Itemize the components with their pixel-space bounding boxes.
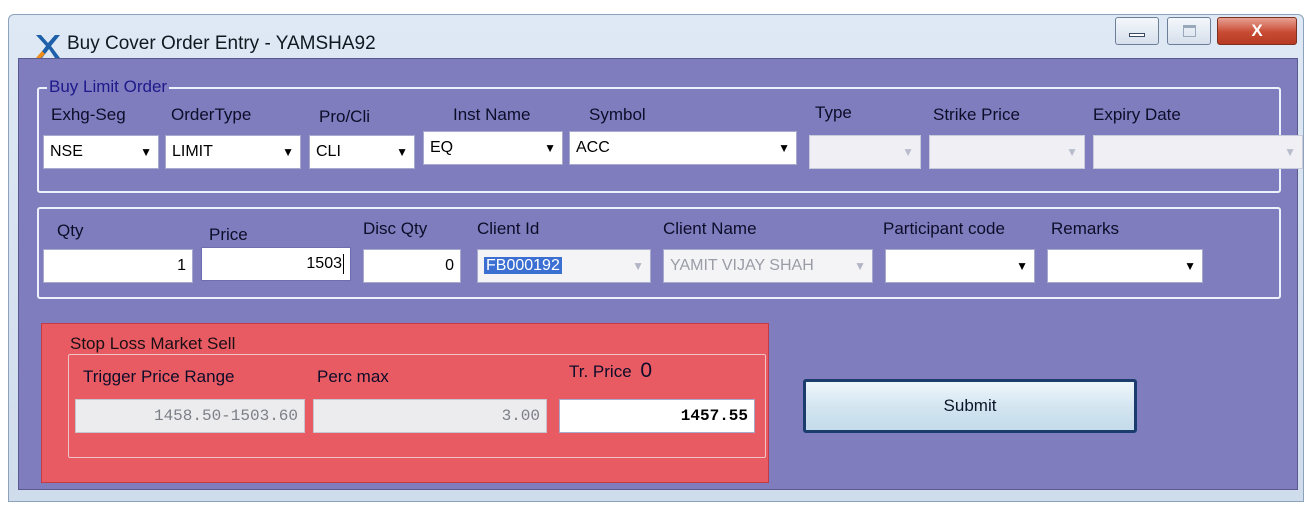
tr-price-label-text: Tr. Price <box>569 362 632 381</box>
chevron-down-icon: ▼ <box>632 259 644 273</box>
trigger-price-range-input[interactable]: 1458.50-1503.60 <box>75 399 305 433</box>
strike-price-dropdown[interactable]: ▼ <box>929 135 1085 169</box>
tr-price-input[interactable]: 1457.55 <box>559 399 755 433</box>
chevron-down-icon: ▼ <box>778 141 790 155</box>
trigger-price-range-value: 1458.50-1503.60 <box>153 407 298 425</box>
buy-limit-order-group: Buy Limit Order Exhg-Seg OrderType Pro/C… <box>37 77 1303 193</box>
window: Buy Cover Order Entry - YAMSHA92 X Buy L… <box>0 0 1312 507</box>
exhg-seg-dropdown[interactable]: NSE ▼ <box>43 135 159 169</box>
perc-max-value: 3.00 <box>501 407 540 425</box>
remarks-dropdown[interactable]: ▼ <box>1047 249 1203 283</box>
qty-label: Qty <box>57 221 84 240</box>
chevron-down-icon: ▼ <box>1184 259 1196 273</box>
window-title: Buy Cover Order Entry - YAMSHA92 <box>67 33 376 54</box>
chevron-down-icon: ▼ <box>396 145 408 159</box>
disc-qty-label: Disc Qty <box>363 219 428 238</box>
order-type-dropdown[interactable]: LIMIT ▼ <box>165 135 301 169</box>
participant-code-dropdown[interactable]: ▼ <box>885 249 1035 283</box>
submit-button[interactable]: Submit <box>803 379 1137 433</box>
price-value: 1503 <box>306 255 342 272</box>
chevron-down-icon: ▼ <box>1016 259 1028 273</box>
order-type-value: LIMIT <box>172 143 213 160</box>
minimize-button[interactable] <box>1115 17 1159 45</box>
expiry-date-dropdown[interactable]: ▼ <box>1093 135 1303 169</box>
stop-loss-group: Trigger Price Range Perc max Tr. Price 0… <box>68 354 766 458</box>
stop-loss-panel: Stop Loss Market Sell Trigger Price Rang… <box>41 323 769 483</box>
pro-cli-label: Pro/Cli <box>319 107 371 126</box>
chevron-down-icon: ▼ <box>544 141 556 155</box>
participant-code-label: Participant code <box>883 219 1005 238</box>
perc-max-input[interactable]: 3.00 <box>313 399 547 433</box>
disc-qty-value: 0 <box>445 257 454 274</box>
chevron-down-icon: ▼ <box>282 145 294 159</box>
pro-cli-value: CLI <box>316 143 341 160</box>
pro-cli-dropdown[interactable]: CLI ▼ <box>309 135 415 169</box>
exhg-seg-label: Exhg-Seg <box>51 105 126 124</box>
buy-limit-order-title: Buy Limit Order <box>47 77 170 97</box>
symbol-dropdown[interactable]: ACC ▼ <box>569 131 797 165</box>
inst-name-label: Inst Name <box>453 105 531 124</box>
chevron-down-icon: ▼ <box>1066 145 1078 159</box>
qty-input[interactable]: 1 <box>43 249 193 283</box>
inst-name-value: EQ <box>430 139 454 156</box>
chevron-down-icon: ▼ <box>1284 145 1296 159</box>
exhg-seg-value: NSE <box>50 143 83 160</box>
price-input[interactable]: 1503 <box>201 247 351 281</box>
client-name-value: YAMIT VIJAY SHAH <box>670 257 814 274</box>
app-logo-icon <box>36 35 60 58</box>
inst-name-dropdown[interactable]: EQ ▼ <box>423 131 563 165</box>
expiry-date-label: Expiry Date <box>1093 105 1181 124</box>
maximize-button[interactable] <box>1167 17 1211 45</box>
perc-max-label: Perc max <box>317 367 389 386</box>
minimize-icon <box>1129 33 1145 37</box>
type-dropdown[interactable]: ▼ <box>809 135 921 169</box>
symbol-value: ACC <box>576 139 610 156</box>
text-cursor <box>343 254 344 274</box>
maximize-icon <box>1182 25 1196 37</box>
close-icon: X <box>1251 21 1263 40</box>
client-id-dropdown[interactable]: FB000192 ▼ <box>477 249 651 283</box>
price-label: Price <box>209 225 248 244</box>
client-name-dropdown[interactable]: YAMIT VIJAY SHAH ▼ <box>663 249 873 283</box>
remarks-label: Remarks <box>1051 219 1120 238</box>
chevron-down-icon: ▼ <box>854 259 866 273</box>
client-id-label: Client Id <box>477 219 540 238</box>
trigger-price-range-label: Trigger Price Range <box>83 367 235 386</box>
stop-loss-title: Stop Loss Market Sell <box>70 334 236 353</box>
tr-price-indicator: 0 <box>640 359 653 382</box>
chevron-down-icon: ▼ <box>140 145 152 159</box>
order-details-group: Qty Price Disc Qty Client Id Client Name… <box>37 207 1281 299</box>
order-entry-form: Buy Limit Order Exhg-Seg OrderType Pro/C… <box>18 58 1303 490</box>
symbol-label: Symbol <box>589 105 646 124</box>
chevron-down-icon: ▼ <box>902 145 914 159</box>
order-type-label: OrderType <box>171 105 252 124</box>
disc-qty-input[interactable]: 0 <box>363 249 461 283</box>
type-label: Type <box>815 103 852 122</box>
client-name-label: Client Name <box>663 219 757 238</box>
client-id-value: FB000192 <box>484 257 562 274</box>
close-button[interactable]: X <box>1217 17 1297 45</box>
tr-price-value: 1457.55 <box>680 407 748 425</box>
tr-price-label: Tr. Price 0 <box>569 359 652 383</box>
qty-value: 1 <box>177 257 186 274</box>
strike-price-label: Strike Price <box>933 105 1020 124</box>
